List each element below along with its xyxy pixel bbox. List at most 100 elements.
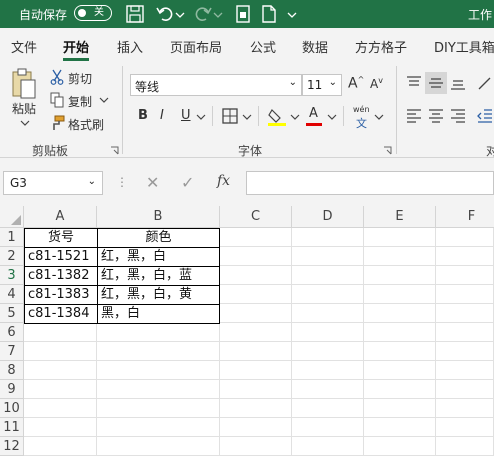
cell-b1[interactable]: 颜色 [97, 228, 220, 248]
empty-cell[interactable] [220, 418, 292, 437]
fill-color-icon[interactable] [267, 106, 287, 126]
cancel-icon[interactable]: ✕ [146, 173, 159, 192]
cell-a4[interactable]: c81-1383 [24, 285, 98, 305]
empty-cell[interactable] [220, 304, 292, 323]
undo-dropdown-icon[interactable] [174, 4, 186, 24]
empty-cell[interactable] [220, 399, 292, 418]
empty-cell[interactable] [436, 228, 494, 247]
decrease-font-size-button[interactable]: Av [370, 76, 383, 91]
empty-cell[interactable] [364, 342, 436, 361]
select-all-corner[interactable] [0, 206, 24, 228]
empty-cell[interactable] [24, 418, 97, 437]
empty-cell[interactable] [220, 361, 292, 380]
row-header-5[interactable]: 5 [0, 304, 24, 323]
save-icon[interactable] [124, 4, 146, 24]
tab-page-layout[interactable]: 页面布局 [170, 37, 222, 56]
column-header-d[interactable]: D [292, 206, 364, 228]
confirm-icon[interactable]: ✓ [181, 173, 194, 192]
empty-cell[interactable] [292, 247, 364, 266]
cell-b3[interactable]: 红，黑，白，蓝 [97, 266, 220, 286]
row-header-9[interactable]: 9 [0, 380, 24, 399]
empty-cell[interactable] [292, 342, 364, 361]
align-middle-icon[interactable] [427, 75, 445, 91]
insert-function-icon[interactable]: fx [217, 173, 230, 189]
bold-button[interactable]: B [138, 108, 148, 123]
empty-cell[interactable] [364, 228, 436, 247]
empty-cell[interactable] [24, 323, 97, 342]
empty-cell[interactable] [220, 437, 292, 456]
row-header-8[interactable]: 8 [0, 361, 24, 380]
row-header-12[interactable]: 12 [0, 437, 24, 456]
empty-cell[interactable] [24, 342, 97, 361]
empty-cell[interactable] [436, 285, 494, 304]
empty-cell[interactable] [292, 418, 364, 437]
tab-home[interactable]: 开始 [63, 37, 89, 56]
empty-cell[interactable] [292, 361, 364, 380]
empty-cell[interactable] [292, 285, 364, 304]
borders-dropdown-icon[interactable] [242, 112, 252, 122]
empty-cell[interactable] [220, 342, 292, 361]
empty-cell[interactable] [436, 342, 494, 361]
row-header-4[interactable]: 4 [0, 285, 24, 304]
format-painter-icon[interactable] [49, 115, 65, 131]
empty-cell[interactable] [97, 361, 220, 380]
font-color-dropdown-icon[interactable] [327, 112, 337, 122]
empty-cell[interactable] [220, 323, 292, 342]
row-header-10[interactable]: 10 [0, 399, 24, 418]
empty-cell[interactable] [292, 380, 364, 399]
empty-cell[interactable] [97, 323, 220, 342]
empty-cell[interactable] [220, 266, 292, 285]
align-right-icon[interactable] [449, 108, 467, 124]
cell-a1[interactable]: 货号 [24, 228, 98, 248]
empty-cell[interactable] [24, 437, 97, 456]
empty-cell[interactable] [436, 266, 494, 285]
paste-icon[interactable] [10, 68, 38, 102]
empty-cell[interactable] [292, 399, 364, 418]
cut-label[interactable]: 剪切 [68, 70, 92, 87]
empty-cell[interactable] [436, 247, 494, 266]
align-left-icon[interactable] [405, 108, 423, 124]
empty-cell[interactable] [364, 418, 436, 437]
decrease-indent-icon[interactable] [476, 108, 494, 124]
empty-cell[interactable] [97, 380, 220, 399]
column-header-b[interactable]: B [97, 206, 220, 228]
font-name-combo[interactable]: 等线 ⌄ [130, 74, 302, 96]
underline-dropdown-icon[interactable] [196, 112, 206, 122]
tab-insert[interactable]: 插入 [117, 37, 143, 56]
new-file-icon[interactable] [258, 4, 280, 24]
orientation-icon[interactable] [476, 74, 494, 92]
empty-cell[interactable] [436, 323, 494, 342]
column-header-a[interactable]: A [24, 206, 97, 228]
fill-color-dropdown-icon[interactable] [290, 112, 300, 122]
empty-cell[interactable] [292, 437, 364, 456]
cell-b5[interactable]: 黑，白 [97, 304, 220, 324]
column-header-f[interactable]: F [436, 206, 494, 228]
redo-dropdown-icon[interactable] [212, 4, 224, 24]
phonetic-dropdown-icon[interactable] [374, 112, 384, 122]
row-header-6[interactable]: 6 [0, 323, 24, 342]
format-painter-label[interactable]: 格式刷 [68, 116, 104, 133]
copy-label[interactable]: 复制 [68, 93, 92, 110]
italic-button[interactable]: I [160, 108, 164, 123]
empty-cell[interactable] [292, 266, 364, 285]
borders-icon[interactable] [221, 107, 239, 125]
name-box[interactable]: G3 ⌄ [3, 171, 103, 195]
empty-cell[interactable] [97, 437, 220, 456]
empty-cell[interactable] [24, 361, 97, 380]
empty-cell[interactable] [364, 380, 436, 399]
cut-icon[interactable] [50, 69, 64, 85]
empty-cell[interactable] [364, 304, 436, 323]
cell-b2[interactable]: 红，黑，白 [97, 247, 220, 267]
empty-cell[interactable] [436, 399, 494, 418]
copy-icon[interactable] [50, 92, 64, 108]
empty-cell[interactable] [364, 361, 436, 380]
row-header-7[interactable]: 7 [0, 342, 24, 361]
empty-cell[interactable] [436, 304, 494, 323]
tab-fangfang[interactable]: 方方格子 [355, 37, 407, 56]
font-launcher-icon[interactable] [383, 146, 392, 155]
empty-cell[interactable] [220, 380, 292, 399]
empty-cell[interactable] [97, 418, 220, 437]
customize-toolbar-icon[interactable] [286, 4, 298, 24]
empty-cell[interactable] [292, 304, 364, 323]
align-center-icon[interactable] [427, 108, 445, 124]
